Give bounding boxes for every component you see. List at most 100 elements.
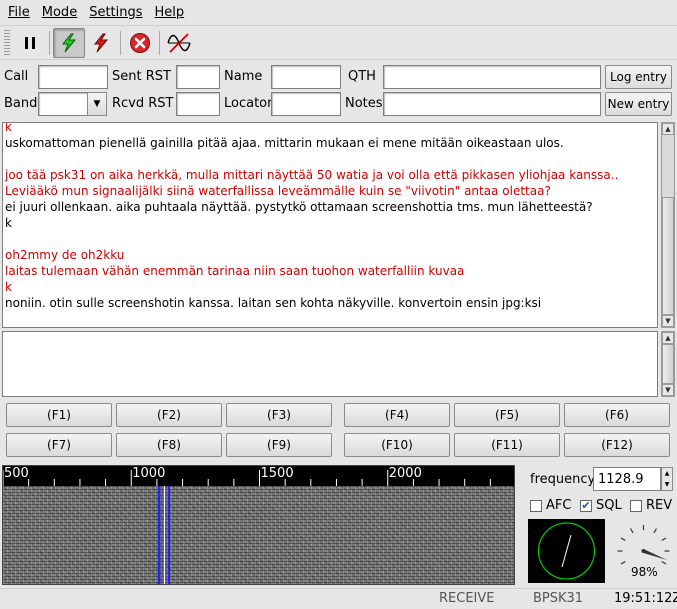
name-label: Name	[224, 69, 263, 84]
sql-checkbox[interactable]: ✔	[580, 500, 592, 512]
abort-button[interactable]	[124, 28, 156, 58]
rx-line: k	[5, 216, 12, 230]
frequency-spin-arrows[interactable]: ▲ ▼	[661, 467, 673, 491]
rx-line: uskomattoman pienellä gainilla pitää aja…	[5, 136, 564, 150]
rx-line: Leviääkö mun signaalijälki siinä waterfa…	[5, 184, 551, 198]
chevron-up-icon: ▲	[665, 125, 671, 133]
ruler-label: 500	[4, 466, 29, 481]
transmit-button[interactable]	[85, 28, 117, 58]
status-time: 19:51:12Z	[614, 591, 677, 606]
f5-button[interactable]: (F5)	[454, 403, 560, 427]
sine-wave-clear-icon	[167, 32, 191, 53]
frequency-spinbox[interactable]	[593, 467, 661, 491]
chevron-down-icon: ▼	[93, 99, 101, 109]
scroll-down-arrow[interactable]: ▼	[662, 384, 674, 396]
toolbar-grip[interactable]	[4, 29, 10, 56]
scroll-down-arrow[interactable]: ▼	[662, 315, 674, 327]
clear-button[interactable]	[163, 28, 195, 58]
ruler-ticks	[3, 470, 491, 486]
frequency-cursor-center	[164, 486, 166, 584]
toolbar-separator	[159, 30, 160, 55]
scroll-up-arrow[interactable]: ▲	[662, 332, 674, 344]
scroll-up-arrow[interactable]: ▲	[662, 123, 674, 135]
notes-field[interactable]	[383, 92, 601, 116]
sql-label: SQL	[596, 498, 622, 513]
f6-button[interactable]: (F6)	[564, 403, 670, 427]
f11-button[interactable]: (F11)	[454, 433, 560, 457]
frequency-label: frequency	[530, 472, 596, 487]
receive-button[interactable]	[53, 27, 85, 58]
phase-scope-display	[537, 522, 596, 580]
chevron-down-icon: ▼	[665, 386, 671, 394]
qso-form: Call Sent RST Name QTH Log entry Band ▼ …	[0, 62, 677, 120]
f4-button[interactable]: (F4)	[344, 403, 450, 427]
rx-scrollbar[interactable]: ▲ ▼	[661, 122, 675, 328]
f2-button[interactable]: (F2)	[116, 403, 222, 427]
toolbar	[0, 26, 677, 60]
menu-file[interactable]: File	[2, 0, 36, 26]
pause-icon	[25, 36, 35, 49]
rcvd-rst-label: Rcvd RST	[112, 96, 174, 111]
menu-help[interactable]: Help	[149, 0, 191, 26]
rx-line: joo tää psk31 on aika herkkä, mulla mitt…	[5, 168, 619, 182]
spin-up-icon: ▲	[664, 470, 670, 477]
call-label: Call	[4, 69, 29, 84]
phase-scope	[528, 519, 605, 583]
tx-scrollbar[interactable]: ▲ ▼	[661, 331, 675, 397]
afc-checkbox[interactable]	[530, 500, 542, 512]
rcvd-rst-field[interactable]	[176, 92, 220, 116]
band-combo[interactable]	[38, 92, 88, 116]
status-state: RECEIVE	[439, 591, 495, 606]
green-lightning-icon	[61, 33, 77, 52]
f3-button[interactable]: (F3)	[226, 403, 332, 427]
rx-line: k	[5, 280, 12, 294]
rx-line: k	[5, 122, 12, 134]
rx-line	[5, 231, 655, 247]
ruler-label: 2000	[388, 466, 422, 481]
new-entry-button[interactable]: New entry	[605, 92, 672, 116]
status-mode: BPSK31	[533, 591, 584, 606]
qth-field[interactable]	[383, 65, 601, 89]
f10-button[interactable]: (F10)	[344, 433, 450, 457]
notes-label: Notes	[345, 96, 383, 111]
tx-text-area[interactable]	[2, 331, 658, 397]
rx-line: ei juuri ollenkaan. aika puhtaala näyttä…	[5, 200, 593, 214]
chevron-up-icon: ▲	[665, 334, 671, 342]
chevron-down-icon: ▼	[665, 317, 671, 325]
control-panel: frequency ▲ ▼ AFC ✔ SQL REV	[524, 465, 677, 585]
tx-scroll-thumb[interactable]	[662, 344, 674, 384]
toolbar-separator	[120, 30, 121, 55]
f12-button[interactable]: (F12)	[564, 433, 670, 457]
f1-button[interactable]: (F1)	[6, 403, 112, 427]
afc-label: AFC	[546, 498, 572, 513]
ruler-label: 1000	[132, 466, 166, 481]
menu-help-label: Help	[154, 4, 185, 20]
menu-mode[interactable]: Mode	[36, 0, 83, 26]
rx-text-area[interactable]: k uskomattoman pienellä gainilla pitää aj…	[2, 122, 658, 328]
red-lightning-icon	[93, 33, 109, 52]
menu-settings[interactable]: Settings	[83, 0, 148, 26]
waterfall-display[interactable]: 500 1000 1500 2000	[2, 465, 515, 585]
squelch-level: 98%	[631, 565, 658, 579]
call-field[interactable]	[38, 65, 108, 89]
rev-checkbox[interactable]	[630, 500, 642, 512]
f9-button[interactable]: (F9)	[226, 433, 332, 457]
toolbar-separator	[49, 30, 50, 55]
squelch-meter[interactable]: 98%	[612, 519, 675, 583]
locator-field[interactable]	[271, 92, 341, 116]
sent-rst-label: Sent RST	[112, 69, 171, 84]
rx-line: oh2mmy de oh2kku	[5, 248, 125, 262]
rx-text-lines: k uskomattoman pienellä gainilla pitää aj…	[5, 122, 655, 311]
rx-scroll-thumb[interactable]	[662, 197, 674, 315]
name-field[interactable]	[271, 65, 341, 89]
rx-line: laitas tulemaan vähän enemmän tarinaa ni…	[5, 264, 465, 278]
band-dropdown-button[interactable]: ▼	[87, 92, 107, 116]
pause-button[interactable]	[14, 28, 46, 58]
sent-rst-field[interactable]	[176, 65, 220, 89]
frequency-ruler[interactable]: 500 1000 1500 2000	[3, 466, 514, 486]
ruler-label: 1500	[260, 466, 294, 481]
waterfall-noise	[3, 486, 514, 584]
f8-button[interactable]: (F8)	[116, 433, 222, 457]
log-entry-button[interactable]: Log entry	[605, 65, 672, 89]
f7-button[interactable]: (F7)	[6, 433, 112, 457]
